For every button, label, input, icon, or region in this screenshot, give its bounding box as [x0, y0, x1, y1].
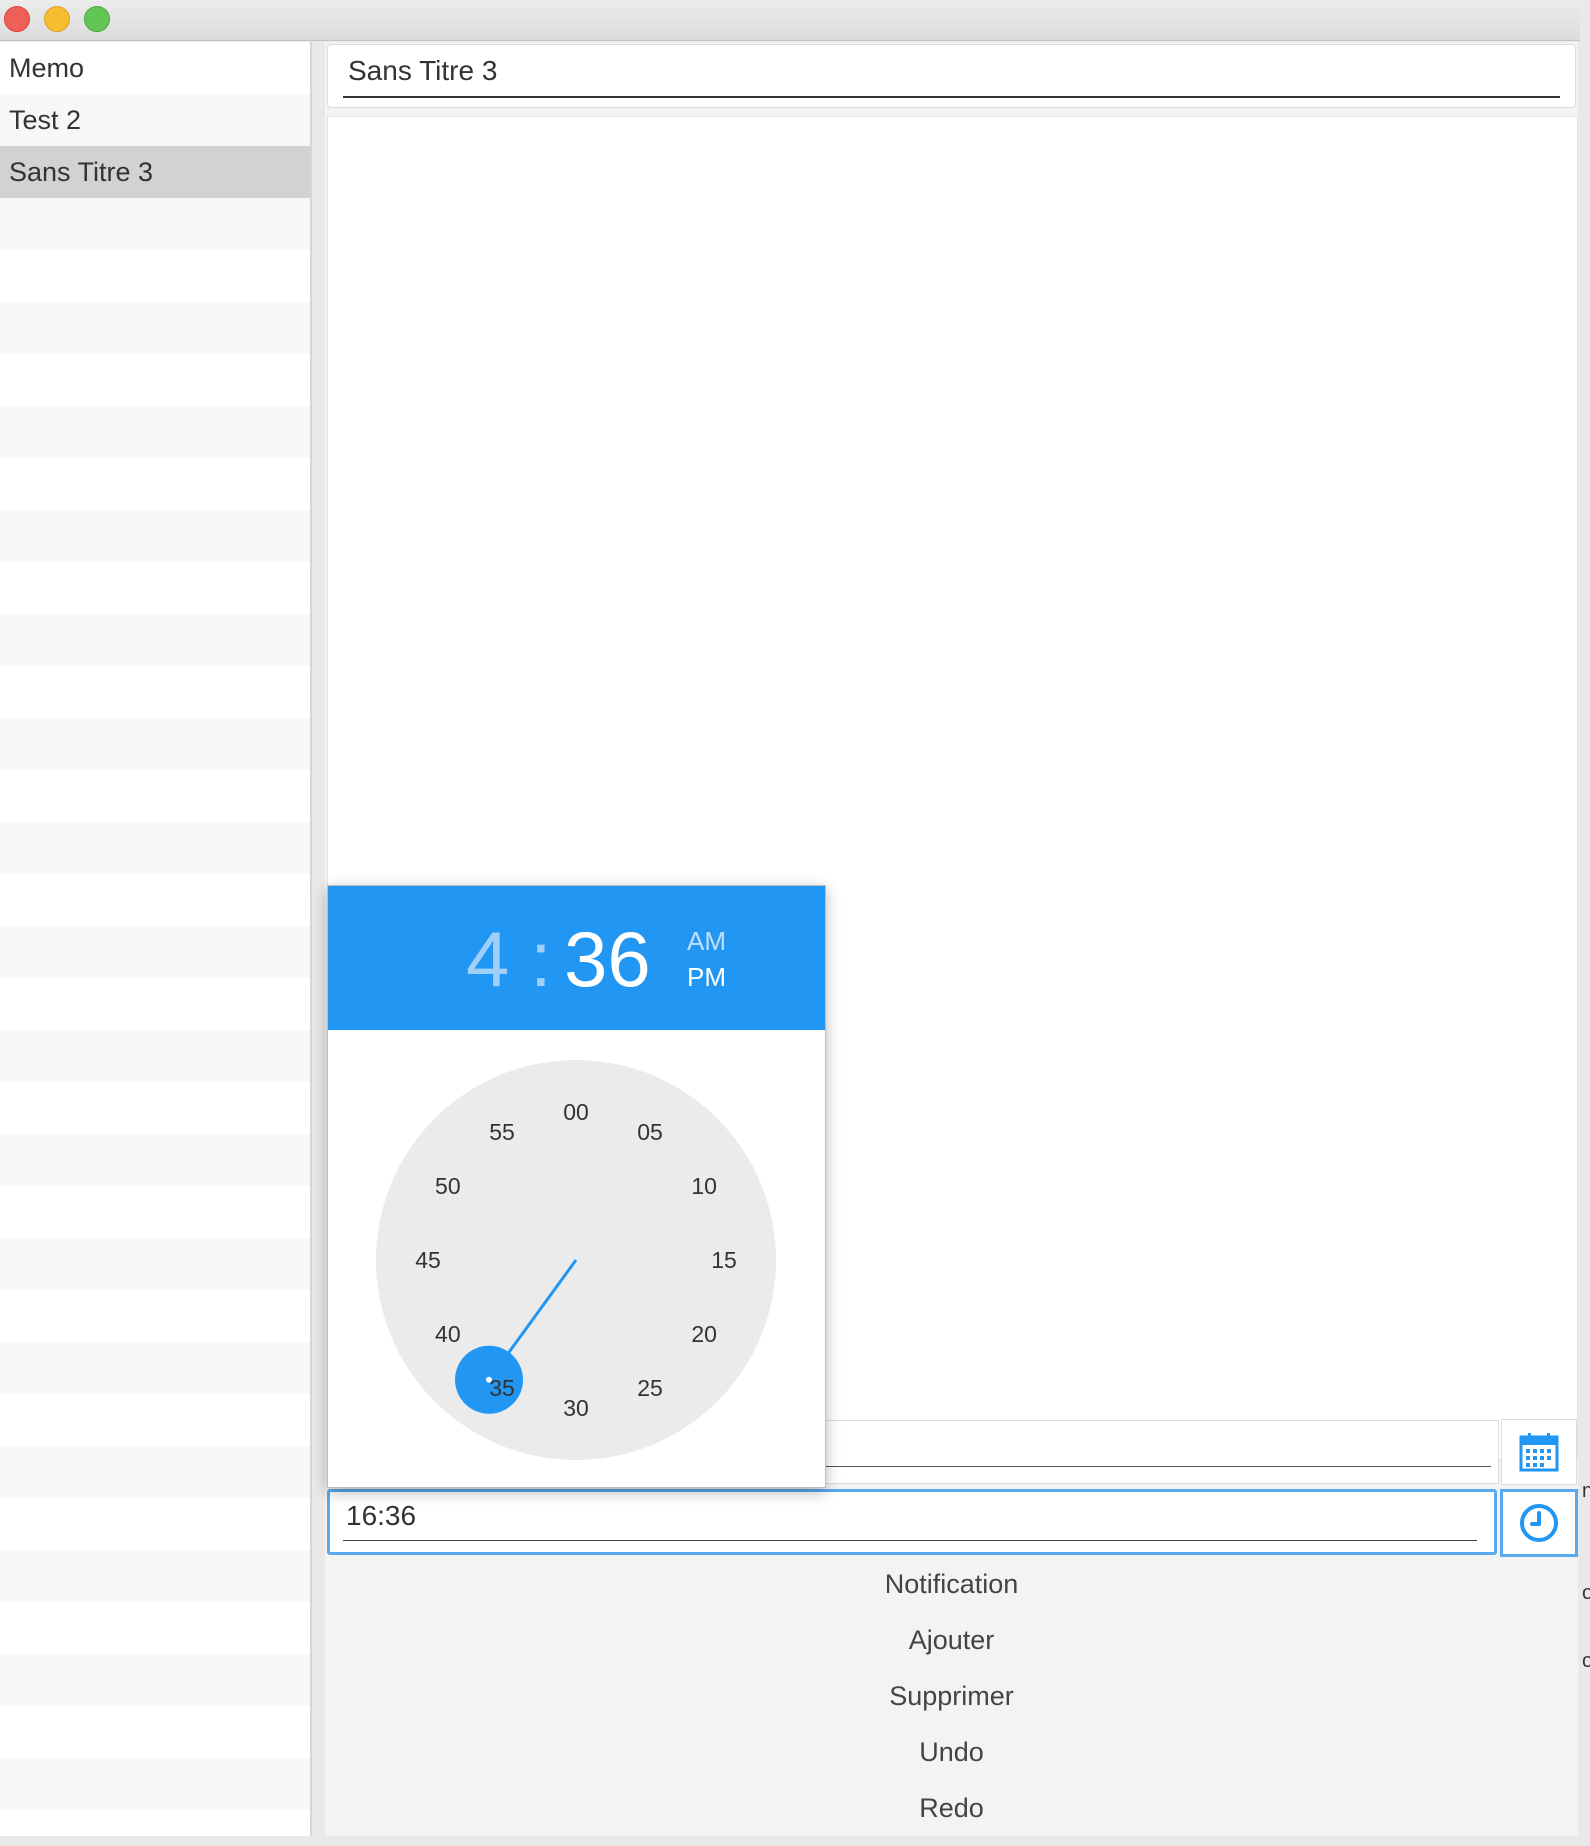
dial-minute-label-05[interactable]: 05 — [637, 1119, 663, 1145]
window-titlebar — [0, 0, 1580, 41]
dial-minute-label-20[interactable]: 20 — [691, 1321, 717, 1347]
time-separator: : — [530, 915, 552, 1003]
memo-list-item[interactable]: Test 2 — [0, 94, 310, 146]
memo-list-empty-row — [0, 250, 310, 302]
calendar-icon — [1519, 1433, 1559, 1472]
minimize-window-button[interactable] — [44, 6, 70, 32]
memo-list-empty-row — [0, 1186, 310, 1238]
title-field-underline — [343, 96, 1560, 98]
memo-list-empty-row — [0, 198, 310, 250]
supprimer-button[interactable]: Supprimer — [325, 1671, 1578, 1721]
ajouter-button[interactable]: Ajouter — [325, 1615, 1578, 1665]
memo-list-empty-row — [0, 1342, 310, 1394]
memo-list-empty-row — [0, 1810, 310, 1836]
dial-minute-label-45[interactable]: 45 — [415, 1247, 441, 1273]
memo-list-empty-row — [0, 1290, 310, 1342]
memo-list-empty-row — [0, 1082, 310, 1134]
memo-list-empty-row — [0, 1134, 310, 1186]
minute-dial[interactable]: 00 05 10 15 20 25 30 35 40 45 50 55 — [328, 1030, 825, 1487]
memo-list-empty-row — [0, 458, 310, 510]
memo-list-empty-row — [0, 1238, 310, 1290]
memo-list-empty-row — [0, 1758, 310, 1810]
time-picker-button[interactable] — [1500, 1489, 1578, 1557]
time-field-underline — [343, 1540, 1477, 1541]
memo-list[interactable]: Memo Test 2 Sans Titre 3 — [0, 42, 312, 1836]
memo-list-empty-row — [0, 822, 310, 874]
dial-minute-label-15[interactable]: 15 — [711, 1247, 737, 1273]
dial-minute-label-25[interactable]: 25 — [637, 1375, 663, 1401]
memo-list-empty-row — [0, 302, 310, 354]
memo-list-empty-row — [0, 666, 310, 718]
memo-list-empty-row — [0, 1446, 310, 1498]
hour-display[interactable]: 4 — [466, 914, 509, 1005]
memo-list-empty-row — [0, 1706, 310, 1758]
am-toggle[interactable]: AM — [687, 926, 726, 957]
memo-list-empty-row — [0, 1030, 310, 1082]
time-picker-popup: 4 : 36 AM PM 00 05 10 15 20 25 30 35 40 45 50 55 — [327, 885, 826, 1488]
memo-list-empty-row — [0, 770, 310, 822]
dial-minute-label-30[interactable]: 30 — [563, 1395, 589, 1421]
memo-list-empty-row — [0, 614, 310, 666]
close-window-button[interactable] — [4, 6, 30, 32]
memo-list-empty-row — [0, 1654, 310, 1706]
time-field-value: 16:36 — [346, 1500, 417, 1531]
memo-list-empty-row — [0, 978, 310, 1030]
memo-list-empty-row — [0, 354, 310, 406]
memo-list-item[interactable]: Memo — [0, 42, 310, 94]
clipped-edge-mark: o — [1582, 1582, 1590, 1604]
memo-list-item-selected[interactable]: Sans Titre 3 — [0, 146, 310, 198]
notification-button[interactable]: Notification — [325, 1559, 1578, 1609]
undo-button[interactable]: Undo — [325, 1727, 1578, 1777]
memo-list-empty-row — [0, 1498, 310, 1550]
clock-icon — [1520, 1504, 1558, 1542]
memo-list-empty-row — [0, 874, 310, 926]
dial-minute-label-50[interactable]: 50 — [435, 1173, 461, 1199]
time-picker-header: 4 : 36 AM PM — [328, 886, 825, 1030]
dial-minute-label-10[interactable]: 10 — [691, 1173, 717, 1199]
pm-toggle[interactable]: PM — [687, 962, 726, 993]
memo-list-empty-row — [0, 926, 310, 978]
time-field[interactable]: 16:36 — [327, 1489, 1497, 1555]
memo-list-empty-row — [0, 718, 310, 770]
memo-list-empty-row — [0, 1602, 310, 1654]
date-picker-button[interactable] — [1501, 1419, 1577, 1485]
memo-list-empty-row — [0, 1394, 310, 1446]
minute-display[interactable]: 36 — [564, 914, 651, 1005]
clipped-edge-mark: o — [1582, 1650, 1590, 1672]
redo-button[interactable]: Redo — [325, 1783, 1578, 1833]
dial-minute-label-35[interactable]: 35 — [489, 1375, 515, 1401]
dial-minute-label-40[interactable]: 40 — [435, 1321, 461, 1347]
memo-list-empty-row — [0, 406, 310, 458]
clipped-edge-mark: n — [1582, 1480, 1590, 1502]
dial-minute-label-55[interactable]: 55 — [489, 1119, 515, 1145]
minute-dial-face: 00 05 10 15 20 25 30 35 40 45 50 55 — [376, 1060, 776, 1460]
memo-list-empty-row — [0, 562, 310, 614]
memo-list-empty-row — [0, 1550, 310, 1602]
title-field-value: Sans Titre 3 — [348, 55, 498, 86]
memo-list-empty-row — [0, 510, 310, 562]
title-field[interactable]: Sans Titre 3 — [327, 44, 1576, 108]
zoom-window-button[interactable] — [84, 6, 110, 32]
dial-minute-label-00[interactable]: 00 — [563, 1099, 589, 1125]
